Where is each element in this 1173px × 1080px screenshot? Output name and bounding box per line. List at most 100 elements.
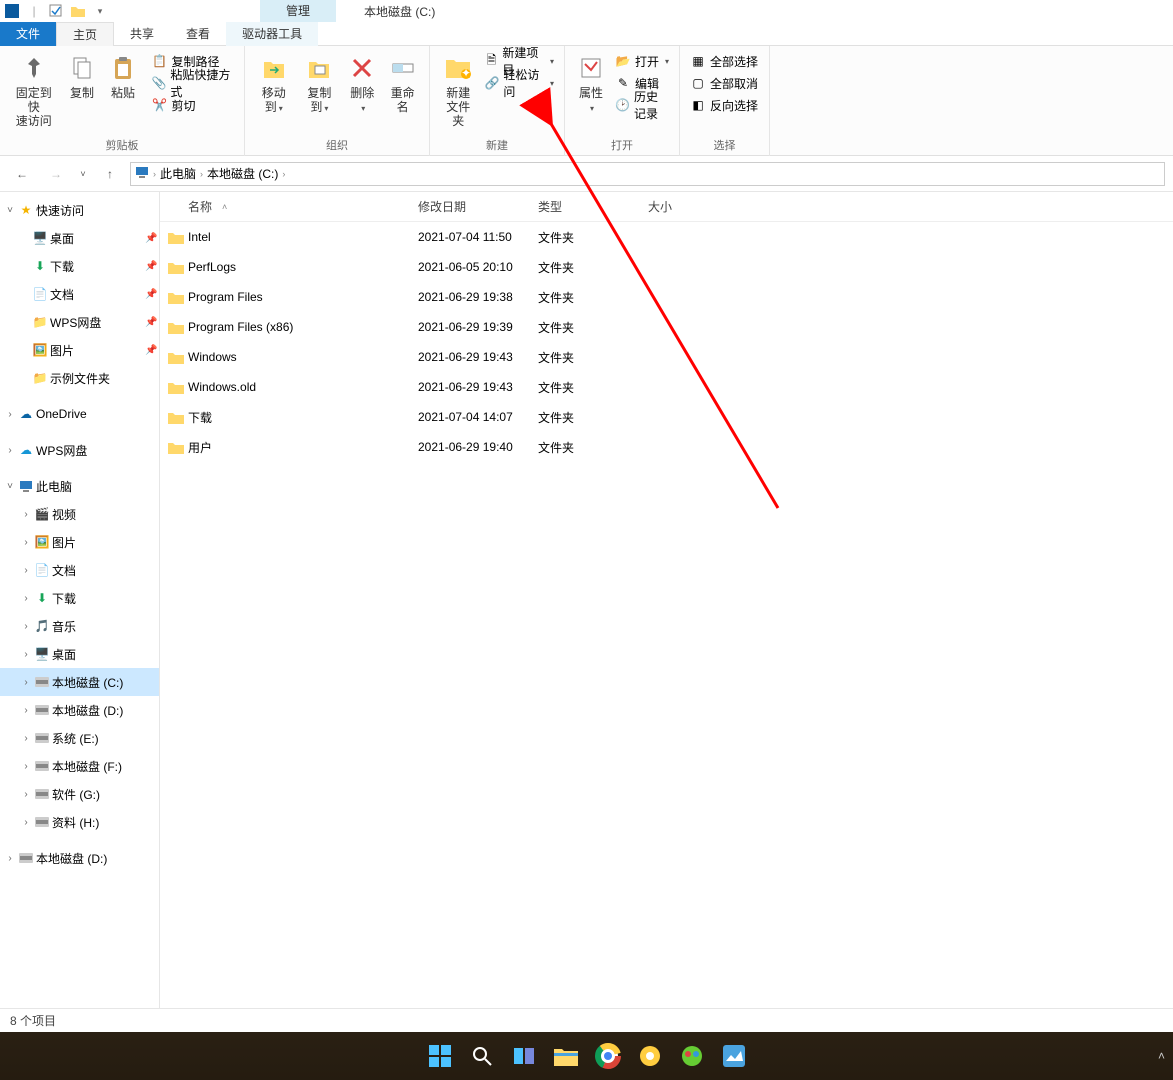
breadcrumb-item-drive[interactable]: 本地磁盘 (C:) — [207, 165, 278, 182]
tree-pc-item[interactable]: ›系统 (E:) — [0, 724, 159, 752]
tab-drivetools[interactable]: 驱动器工具 — [226, 22, 318, 46]
tree-quickaccess[interactable]: ˅★快速访问 — [0, 196, 159, 224]
tree-pc-item[interactable]: ›资料 (H:) — [0, 808, 159, 836]
tree-pc-item[interactable]: ›软件 (G:) — [0, 780, 159, 808]
qa-item-icon: 🖼️ — [32, 342, 48, 358]
back-button[interactable]: ← — [8, 160, 36, 188]
selectall-button[interactable]: ▦全部选择 — [686, 50, 762, 72]
easyaccess-button[interactable]: 🔗轻松访问▾ — [480, 72, 558, 94]
edit-icon: ✎ — [615, 75, 631, 91]
history-icon: 🕑 — [615, 97, 630, 113]
tb-chrome[interactable] — [593, 1041, 623, 1071]
col-date[interactable]: 修改日期 — [410, 198, 530, 215]
sort-indicator-icon: ˄ — [222, 202, 227, 212]
tree-pc-item[interactable]: ›本地磁盘 (C:) — [0, 668, 159, 696]
qat-dropdown-icon[interactable]: ▾ — [92, 3, 108, 19]
moveto-button[interactable]: 移动到▾ — [251, 50, 297, 118]
file-row[interactable]: Intel2021-07-04 11:50文件夹 — [160, 222, 1173, 252]
tree-quick-item[interactable]: 📁示例文件夹 — [0, 364, 159, 392]
pasteshortcut-icon: 📎 — [151, 75, 166, 91]
file-row[interactable]: 下载2021-07-04 14:07文件夹 — [160, 402, 1173, 432]
nav-pane: ˅★快速访问 🖥️桌面📌⬇下载📌📄文档📌📁WPS网盘📌🖼️图片📌📁示例文件夹 ›… — [0, 192, 160, 1008]
tree-pc-item[interactable]: ›🖼️图片 — [0, 528, 159, 556]
pc-item-icon: 🎵 — [34, 618, 50, 634]
open-button[interactable]: 📂打开▾ — [611, 50, 673, 72]
tree-pc-item[interactable]: ›📄文档 — [0, 556, 159, 584]
pin-button[interactable]: 固定到快 速访问 — [6, 50, 61, 130]
tb-explorer[interactable] — [551, 1041, 581, 1071]
selectnone-button[interactable]: ▢全部取消 — [686, 72, 762, 94]
file-row[interactable]: Windows.old2021-06-29 19:43文件夹 — [160, 372, 1173, 402]
newitem-icon: 🗎 — [484, 53, 498, 69]
tree-onedrive[interactable]: ›☁OneDrive — [0, 400, 159, 428]
paste-button[interactable]: 粘贴 — [102, 50, 143, 102]
svg-text:✦: ✦ — [461, 66, 471, 80]
breadcrumb-item-thispc[interactable]: 此电脑 — [160, 165, 196, 182]
history-button[interactable]: 🕑历史记录 — [611, 94, 673, 116]
tb-search[interactable] — [467, 1041, 497, 1071]
navbar: ← → ˅ ↑ › 此电脑 › 本地磁盘 (C:) › — [0, 156, 1173, 192]
breadcrumb[interactable]: › 此电脑 › 本地磁盘 (C:) › — [130, 162, 1165, 186]
up-button[interactable]: ↑ — [96, 160, 124, 188]
qat-check-icon[interactable] — [48, 3, 64, 19]
selectinvert-button[interactable]: ◧反向选择 — [686, 94, 762, 116]
tree-pc-item[interactable]: ›🖥️桌面 — [0, 640, 159, 668]
titlebar: | ▾ 管理 本地磁盘 (C:) — [0, 0, 1173, 22]
forward-button[interactable]: → — [42, 160, 70, 188]
tab-share[interactable]: 共享 — [114, 22, 170, 46]
group-new: ✦ 新建 文件夹 🗎新建项目▾ 🔗轻松访问▾ 新建 — [430, 46, 565, 156]
rename-button[interactable]: 重命名 — [382, 50, 423, 116]
tb-app2[interactable] — [719, 1041, 749, 1071]
tab-file[interactable]: 文件 — [0, 22, 56, 46]
newfolder-button[interactable]: ✦ 新建 文件夹 — [436, 50, 480, 130]
tree-quick-item[interactable]: 📁WPS网盘📌 — [0, 308, 159, 336]
tab-view[interactable]: 查看 — [170, 22, 226, 46]
tree-quick-item[interactable]: 🖼️图片📌 — [0, 336, 159, 364]
breadcrumb-sep1[interactable]: › — [200, 169, 203, 179]
breadcrumb-sep0[interactable]: › — [153, 169, 156, 179]
group-clipboard: 固定到快 速访问 复制 粘贴 📋复制路径 📎粘贴快捷方式 ✂️剪切 剪贴板 — [0, 46, 245, 156]
pin-icon: 📌 — [145, 261, 159, 272]
breadcrumb-sep2[interactable]: › — [282, 169, 285, 179]
tree-pc-item[interactable]: ›⬇下载 — [0, 584, 159, 612]
tree-pc-item[interactable]: ›本地磁盘 (F:) — [0, 752, 159, 780]
status-bar: 8 个项目 — [0, 1008, 1173, 1032]
col-name[interactable]: 名称˄ — [160, 198, 410, 215]
tb-chrome-canary[interactable] — [635, 1041, 665, 1071]
tray-chevron-icon[interactable]: ˄ — [1158, 1049, 1165, 1063]
tree-pc-item[interactable]: ›🎵音乐 — [0, 612, 159, 640]
tb-taskview[interactable] — [509, 1041, 539, 1071]
delete-button[interactable]: 删除▾ — [342, 50, 382, 118]
tree-quick-item[interactable]: 📄文档📌 — [0, 280, 159, 308]
copy-button[interactable]: 复制 — [61, 50, 102, 102]
tree-quick-item[interactable]: 🖥️桌面📌 — [0, 224, 159, 252]
col-type[interactable]: 类型 — [530, 198, 640, 215]
pc-item-icon: 🖼️ — [34, 534, 50, 550]
recent-dropdown[interactable]: ˅ — [76, 160, 90, 188]
tree-pc-item[interactable]: ›🎬视频 — [0, 500, 159, 528]
tree-thispc[interactable]: ˅此电脑 — [0, 472, 159, 500]
newfolder-icon: ✦ — [442, 52, 474, 84]
qat-folder-icon[interactable] — [70, 3, 86, 19]
folder-icon — [168, 439, 184, 455]
copyto-button[interactable]: 复制到▾ — [297, 50, 343, 118]
tb-start[interactable] — [425, 1041, 455, 1071]
tree-pc-item[interactable]: ›本地磁盘 (D:) — [0, 696, 159, 724]
tree-wps[interactable]: ›☁WPS网盘 — [0, 436, 159, 464]
tb-app1[interactable] — [677, 1041, 707, 1071]
file-row[interactable]: Windows2021-06-29 19:43文件夹 — [160, 342, 1173, 372]
pasteshortcut-button[interactable]: 📎粘贴快捷方式 — [147, 72, 238, 94]
delete-icon — [346, 52, 378, 84]
col-size[interactable]: 大小 — [640, 198, 720, 215]
file-row[interactable]: Program Files (x86)2021-06-29 19:39文件夹 — [160, 312, 1173, 342]
star-icon: ★ — [18, 202, 34, 218]
file-row[interactable]: Program Files2021-06-29 19:38文件夹 — [160, 282, 1173, 312]
properties-button[interactable]: 属性▾ — [571, 50, 611, 118]
file-row[interactable]: PerfLogs2021-06-05 20:10文件夹 — [160, 252, 1173, 282]
tb-tray[interactable]: ˄ — [1158, 1049, 1165, 1063]
tree-extra-drive[interactable]: ›本地磁盘 (D:) — [0, 844, 159, 872]
file-row[interactable]: 用户2021-06-29 19:40文件夹 — [160, 432, 1173, 462]
tab-home[interactable]: 主页 — [56, 22, 114, 46]
tree-quick-item[interactable]: ⬇下载📌 — [0, 252, 159, 280]
cut-button[interactable]: ✂️剪切 — [147, 94, 238, 116]
